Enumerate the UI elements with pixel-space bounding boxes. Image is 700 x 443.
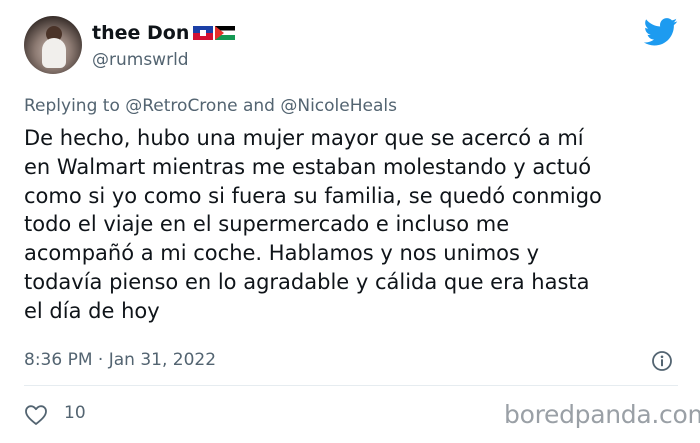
tweet-text: De hecho, hubo una mujer mayor que se ac… [24, 126, 602, 323]
mention-nicoleheals-link[interactable]: @NicoleHeals [280, 96, 397, 116]
like-count: 10 [64, 403, 86, 423]
tweet-timestamp[interactable]: 8:36 PM · Jan 31, 2022 [24, 350, 216, 370]
author-display-name[interactable]: thee Don [92, 22, 236, 44]
boredpanda-watermark: boredpanda.com [504, 400, 700, 429]
avatar-figure [42, 38, 66, 68]
author-name-text: thee Don [92, 22, 190, 44]
info-icon[interactable] [651, 350, 673, 372]
author-handle[interactable]: @rumswrld [92, 50, 189, 70]
replying-prefix: Replying to [24, 96, 120, 116]
divider [24, 385, 678, 386]
palestine-flag-icon [215, 26, 236, 40]
twitter-bird-icon[interactable] [644, 18, 678, 46]
mention-retrocrone-link[interactable]: @RetroCrone [125, 96, 237, 116]
haiti-flag-icon [193, 26, 214, 40]
avatar[interactable] [24, 16, 82, 74]
replying-to-line: Replying to @RetroCrone and @NicoleHeals [24, 96, 397, 116]
flag-emojis [193, 26, 236, 40]
heart-icon[interactable] [24, 404, 48, 426]
replying-joiner: and [242, 96, 275, 116]
